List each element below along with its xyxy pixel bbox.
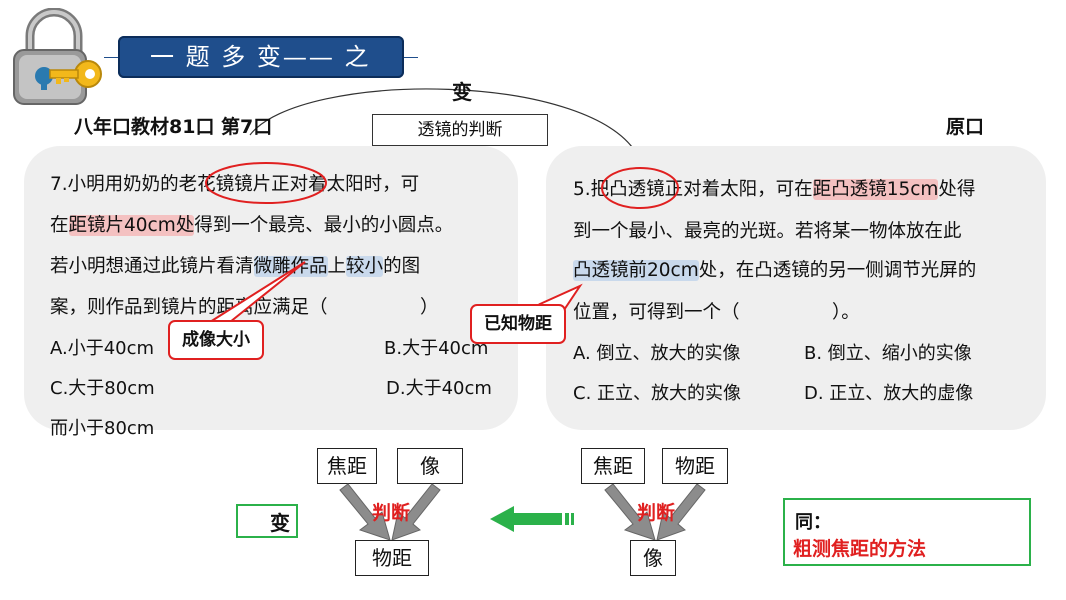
green-arrow-shaft [514,513,562,525]
right-box-image: 像 [630,540,676,576]
change-box: 变 [236,504,298,538]
left-box-object-distance: 物距 [355,540,429,576]
left-judge-label: 判断 [372,502,411,524]
same-method-box: 同： 粗测焦距的方法 [783,498,1031,566]
same-label: 同： [795,512,831,533]
right-box-object-distance: 物距 [662,448,728,484]
right-judge-label: 判断 [637,502,676,524]
green-arrow-head [490,506,514,532]
right-box-focal-length: 焦距 [581,448,645,484]
rough-focal-method: 粗测焦距的方法 [793,538,927,560]
